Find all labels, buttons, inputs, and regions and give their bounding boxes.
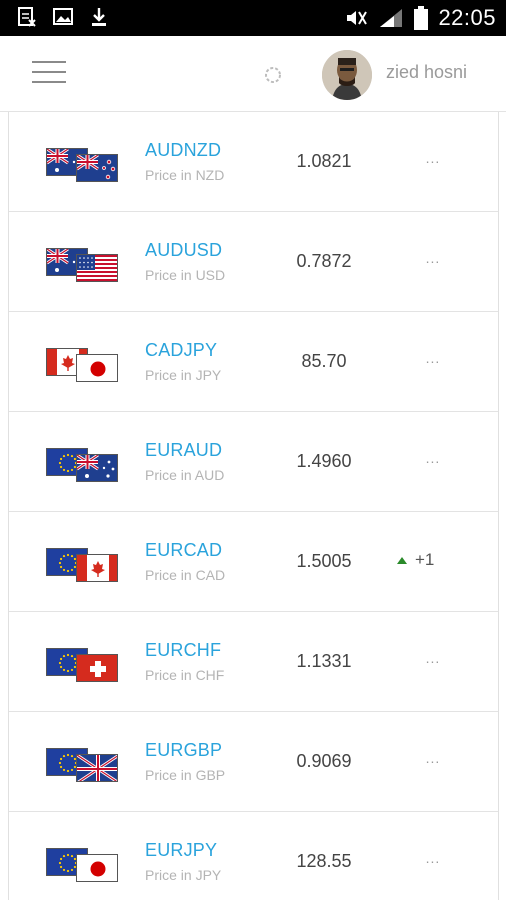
pair-change: ... xyxy=(393,450,473,466)
pair-subtitle: Price in CHF xyxy=(145,667,225,683)
pair-price: 0.7872 xyxy=(296,251,352,271)
spinner-icon xyxy=(265,67,281,83)
flag-ca-icon xyxy=(76,554,118,582)
flag-nz-icon xyxy=(76,154,118,182)
currency-pair-list: AUDNZD Price in NZD 1.0821... AUDUSD Price … xyxy=(8,112,499,900)
username[interactable]: zied hosni xyxy=(386,62,467,83)
pair-change: ... xyxy=(393,850,473,866)
pair-price: 128.55 xyxy=(296,851,352,871)
mute-icon xyxy=(347,11,368,25)
status-bar: 22:05 xyxy=(0,0,506,36)
pair-change: ... xyxy=(393,750,473,766)
pair-change: ... xyxy=(393,650,473,666)
change-value: ... xyxy=(425,250,441,266)
pair-change: ... xyxy=(393,150,473,166)
change-value: ... xyxy=(425,150,441,166)
signal-icon xyxy=(380,9,403,27)
app-header: zied hosni xyxy=(0,36,506,112)
pair-row-euraud[interactable]: EURAUD Price in AUD 1.4960... xyxy=(9,412,498,512)
flag-ch-icon xyxy=(76,654,118,682)
flag-gb-icon xyxy=(76,754,118,782)
pair-price: 85.70 xyxy=(301,351,347,371)
pair-name: AUDUSD xyxy=(145,240,223,260)
image-icon xyxy=(53,8,73,25)
pair-row-eurgbp[interactable]: EURGBP Price in GBP 0.9069... xyxy=(9,712,498,812)
pair-change: +1 xyxy=(393,550,473,570)
menu-icon[interactable] xyxy=(32,58,66,88)
change-value: ... xyxy=(425,750,441,766)
flag-jp-icon xyxy=(76,354,118,382)
pair-name: EURAUD xyxy=(145,440,223,460)
change-value: ... xyxy=(425,350,441,366)
pair-change: ... xyxy=(393,250,473,266)
pair-flags xyxy=(46,348,120,382)
pair-row-eurchf[interactable]: EURCHF Price in CHF 1.1331... xyxy=(9,612,498,712)
pair-row-audnzd[interactable]: AUDNZD Price in NZD 1.0821... xyxy=(9,112,498,212)
pair-subtitle: Price in USD xyxy=(145,267,226,283)
pair-row-eurjpy[interactable]: EURJPY Price in JPY 128.55... xyxy=(9,812,498,900)
pair-price: 1.1331 xyxy=(296,651,352,671)
pair-price: 1.4960 xyxy=(296,451,352,471)
pair-flags xyxy=(46,548,120,582)
pair-flags xyxy=(46,448,120,482)
pair-subtitle: Price in NZD xyxy=(145,167,225,183)
pair-subtitle: Price in JPY xyxy=(145,367,222,383)
flag-jp-icon xyxy=(76,854,118,882)
pair-name: EURJPY xyxy=(145,840,218,860)
change-value: ... xyxy=(425,850,441,866)
flag-us-icon xyxy=(76,254,118,282)
sim-error-icon xyxy=(18,7,36,27)
avatar[interactable] xyxy=(322,50,372,100)
up-arrow-icon xyxy=(397,556,407,564)
pair-flags xyxy=(46,248,120,282)
pair-name: EURCHF xyxy=(145,640,222,660)
pair-price: 0.9069 xyxy=(296,751,352,771)
pair-flags xyxy=(46,148,120,182)
pair-name: EURCAD xyxy=(145,540,223,560)
pair-subtitle: Price in JPY xyxy=(145,867,222,883)
pair-price: 1.0821 xyxy=(296,151,352,171)
pair-row-eurcad[interactable]: EURCAD Price in CAD 1.5005 +1 xyxy=(9,512,498,612)
pair-subtitle: Price in CAD xyxy=(145,567,226,583)
change-value: ... xyxy=(425,450,441,466)
pair-flags xyxy=(46,648,120,682)
pair-name: EURGBP xyxy=(145,740,223,760)
pair-subtitle: Price in AUD xyxy=(145,467,225,483)
pair-flags xyxy=(46,848,120,882)
pair-name: AUDNZD xyxy=(145,140,222,160)
flag-au-icon xyxy=(76,454,118,482)
battery-icon xyxy=(414,6,429,30)
pair-subtitle: Price in GBP xyxy=(145,767,226,783)
pair-price: 1.5005 xyxy=(296,551,352,571)
pair-row-audusd[interactable]: AUDUSD Price in USD 0.7872... xyxy=(9,212,498,312)
pair-change: ... xyxy=(393,350,473,366)
download-icon xyxy=(92,8,106,26)
status-time: 22:05 xyxy=(438,5,496,30)
change-value: +1 xyxy=(415,550,435,569)
change-value: ... xyxy=(425,650,441,666)
pair-flags xyxy=(46,748,120,782)
pair-row-cadjpy[interactable]: CADJPY Price in JPY 85.70... xyxy=(9,312,498,412)
pair-name: CADJPY xyxy=(145,340,218,360)
